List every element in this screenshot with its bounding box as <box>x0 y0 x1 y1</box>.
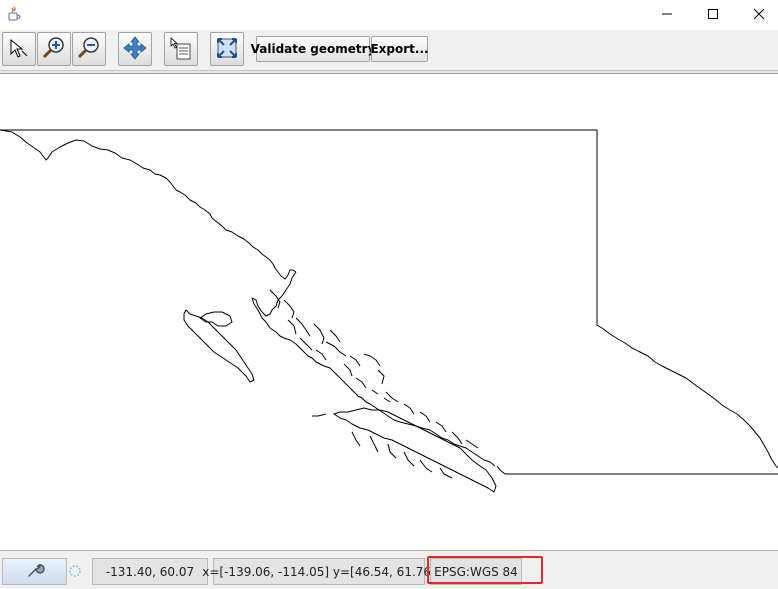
java-cup-icon <box>6 6 22 22</box>
reset-extent-button[interactable] <box>210 32 244 66</box>
close-button[interactable] <box>736 0 778 30</box>
spinner-icon <box>68 564 82 581</box>
minimize-button[interactable] <box>644 0 690 30</box>
coastline-detail <box>251 271 496 467</box>
pointer-icon <box>7 36 31 63</box>
maximize-button[interactable] <box>690 0 736 30</box>
wrench-icon <box>25 560 45 583</box>
pointer-tool-button[interactable] <box>2 32 36 66</box>
info-tool-button[interactable] <box>164 32 198 66</box>
map-feature-british-columbia <box>0 129 778 493</box>
close-icon <box>753 8 765 23</box>
cursor-position-readout: -131.40, 60.07 <box>92 558 208 585</box>
map-canvas[interactable] <box>0 74 778 550</box>
bc-mainland-outline <box>0 129 778 475</box>
minimize-icon <box>661 8 673 23</box>
zoom-out-icon <box>76 35 102 64</box>
maximize-icon <box>707 8 719 23</box>
settings-button[interactable] <box>2 558 67 585</box>
crs-button[interactable]: EPSG:WGS 84 <box>430 558 522 585</box>
export-button[interactable]: Export... <box>370 36 429 62</box>
zoom-in-button[interactable] <box>37 32 71 66</box>
vancouver-island-inlets <box>351 431 453 479</box>
reset-extent-icon <box>214 35 240 64</box>
title-bar <box>0 0 778 30</box>
info-icon <box>168 35 194 64</box>
zoom-out-button[interactable] <box>72 32 106 66</box>
status-bar: -131.40, 60.07 x=[-139.06, -114.05] y=[4… <box>0 550 778 589</box>
pan-button[interactable] <box>118 32 152 66</box>
validate-geometry-button[interactable]: Validate geometry <box>251 36 375 62</box>
haida-gwaii-outline <box>183 309 255 383</box>
zoom-in-icon <box>41 35 67 64</box>
map-extent-readout: x=[-139.06, -114.05] y=[46.54, 61.76] <box>202 558 436 585</box>
toolbar: Validate geometry Export... <box>0 30 778 70</box>
pan-icon <box>122 35 148 64</box>
